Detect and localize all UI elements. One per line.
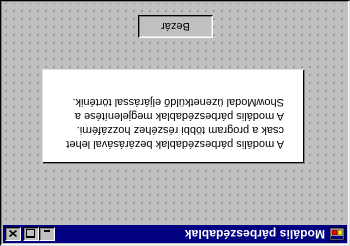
- message-line-3: A modális párbeszédablak megjelenítése a: [74, 110, 284, 122]
- form-client-area: A modális párbeszédablak bezárásával leh…: [3, 3, 347, 224]
- app-icon: [329, 227, 345, 241]
- window-controls: [5, 227, 55, 241]
- close-button[interactable]: [5, 227, 21, 241]
- close-icon: [9, 230, 17, 238]
- minimize-button[interactable]: [39, 227, 55, 241]
- maximize-icon: [26, 229, 36, 239]
- message-line-1: A modális párbeszédablak bezárásával leh…: [66, 138, 284, 150]
- message-panel: A modális párbeszédablak bezárásával leh…: [42, 69, 305, 164]
- title-bar[interactable]: Modális párbeszédablak: [3, 225, 347, 243]
- message-line-4: ShowModal üzenetküldő eljárással történi…: [72, 96, 284, 108]
- modal-demo-window: Modális párbeszédablak A modális párbesz…: [0, 0, 350, 246]
- close-dialog-button[interactable]: Bezár: [138, 15, 213, 38]
- maximize-button[interactable]: [23, 227, 39, 241]
- minimize-icon: [44, 230, 50, 233]
- message-line-2: csak a program többi részéhez hozzáférni…: [76, 124, 284, 136]
- window-title: Modális párbeszédablak: [184, 227, 325, 241]
